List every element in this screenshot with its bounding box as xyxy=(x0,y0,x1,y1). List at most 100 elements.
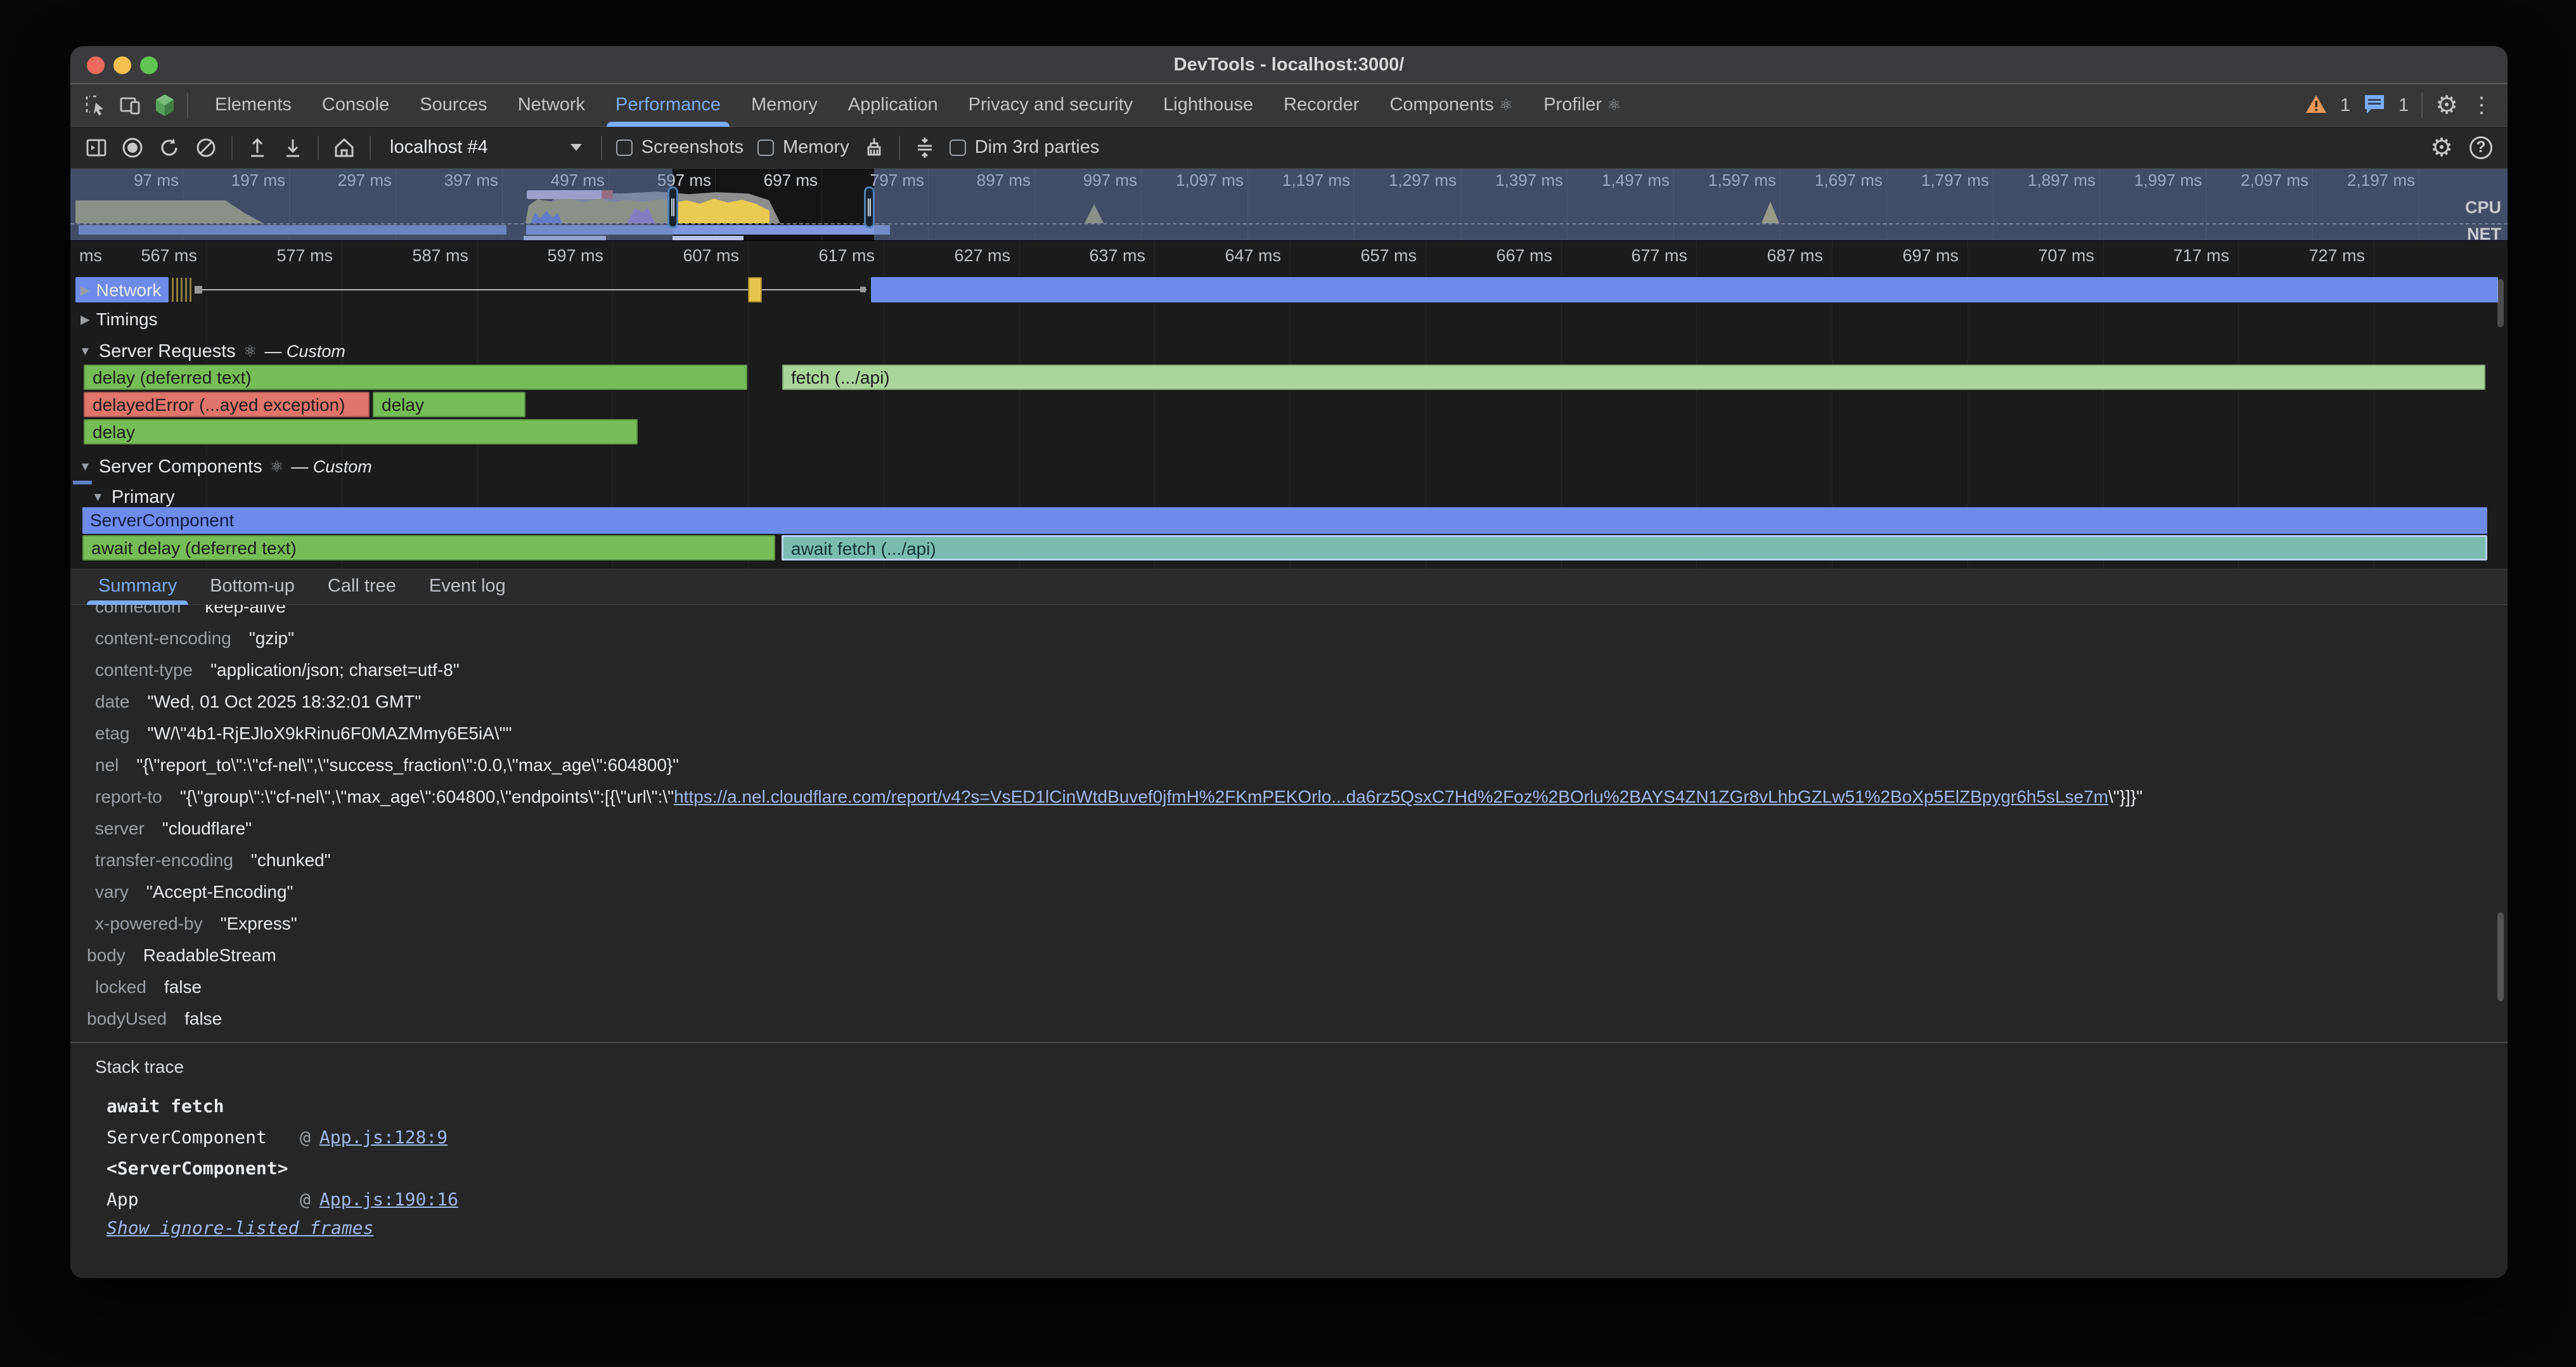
shortcuts-icon[interactable] xyxy=(914,136,936,160)
network-tick xyxy=(172,278,174,302)
track-network-label: Network xyxy=(96,280,162,301)
server-component-bar[interactable]: ServerComponent xyxy=(82,507,2487,534)
server-request-bar[interactable]: delayedError (...ayed exception) xyxy=(84,392,370,417)
show-ignore-listed-frames-link[interactable]: Show ignore-listed frames xyxy=(106,1217,373,1238)
header-value: "Express" xyxy=(221,914,297,933)
header-row-locked: lockedfalse xyxy=(95,971,2508,1003)
frame-function-name: <ServerComponent> xyxy=(106,1153,288,1184)
selection-handle-right[interactable] xyxy=(864,186,875,228)
history-dropdown[interactable]: localhost #4 xyxy=(385,137,587,158)
tab-call-tree[interactable]: Call tree xyxy=(311,569,413,605)
toggle-sidebar-icon[interactable] xyxy=(86,137,107,159)
server-component-bar[interactable]: await delay (deferred text) xyxy=(82,535,775,560)
tab-elements[interactable]: Elements xyxy=(200,84,307,127)
network-tick xyxy=(176,278,178,302)
settings-gear-icon[interactable]: ⚙ xyxy=(2435,93,2458,118)
record-icon[interactable] xyxy=(121,136,144,159)
tab-components[interactable]: Components⚛ xyxy=(1374,84,1528,127)
tab-memory[interactable]: Memory xyxy=(736,84,833,127)
checkbox-box xyxy=(950,139,966,156)
window-title: DevTools - localhost:3000/ xyxy=(70,46,2508,84)
header-value: "{\"group\":\"cf-nel\",\"max_age\":60480… xyxy=(180,787,674,807)
extension-icon[interactable] xyxy=(154,93,176,117)
header-row-server: server"cloudflare" xyxy=(95,813,2508,845)
capture-settings-gear-icon[interactable]: ⚙ xyxy=(2430,135,2453,160)
toolbar-divider xyxy=(187,93,188,118)
header-value: "keep-alive" xyxy=(198,605,292,616)
inspect-element-icon[interactable] xyxy=(84,94,107,117)
tab-profiler[interactable]: Profiler⚛ xyxy=(1528,84,1636,127)
details-scrollbar[interactable] xyxy=(2497,912,2504,1001)
clear-icon[interactable] xyxy=(195,136,217,159)
issues-icon[interactable] xyxy=(2363,93,2386,118)
flame-scrollbar[interactable] xyxy=(2497,279,2504,327)
save-profile-icon[interactable] xyxy=(282,136,304,159)
memory-checkbox[interactable]: Memory xyxy=(757,137,849,158)
screenshots-checkbox[interactable]: Screenshots xyxy=(616,137,744,158)
report-to-url-link[interactable]: https://a.nel.cloudflare.com/report/v4?s… xyxy=(674,787,2108,807)
toolbar-divider xyxy=(318,136,319,160)
cpu-label: CPU xyxy=(2465,198,2501,217)
device-toolbar-icon[interactable] xyxy=(119,94,143,117)
server-components-header[interactable]: ▼Server Components⚛— Custom xyxy=(79,457,372,477)
header-key: nel xyxy=(95,755,119,775)
header-value: "Accept-Encoding" xyxy=(146,882,293,902)
track-timings[interactable]: ▶Timings xyxy=(80,309,158,330)
network-request-bar[interactable] xyxy=(871,277,2498,302)
header-value: "{\"report_to\":\"cf-nel\",\"success_fra… xyxy=(136,755,679,775)
track-network[interactable]: ▶Network xyxy=(80,280,161,301)
issues-count: 1 xyxy=(2399,95,2409,116)
tab-event-log[interactable]: Event log xyxy=(413,569,522,605)
net-activity-bar xyxy=(673,236,744,240)
server-request-bar[interactable]: fetch (.../api) xyxy=(782,365,2485,390)
tab-bottom-up[interactable]: Bottom-up xyxy=(193,569,311,605)
header-value: "cloudflare" xyxy=(162,819,252,838)
help-icon[interactable]: ? xyxy=(2470,136,2492,159)
tab-network[interactable]: Network xyxy=(503,84,600,127)
tab-summary[interactable]: Summary xyxy=(82,569,193,605)
header-key: vary xyxy=(95,882,129,902)
collect-garbage-icon[interactable] xyxy=(863,136,885,160)
screenshots-label: Screenshots xyxy=(641,137,744,158)
header-row-body: bodyReadableStream xyxy=(87,940,2508,971)
toolbar-divider xyxy=(601,136,602,160)
stack-frame: await fetch xyxy=(106,1091,2508,1122)
server-request-bar[interactable]: delay xyxy=(373,392,525,417)
overview-tick-label: 697 ms xyxy=(712,171,818,190)
header-key: etag xyxy=(95,723,130,743)
tab-sources[interactable]: Sources xyxy=(404,84,502,127)
server-requests-header[interactable]: ▼Server Requests⚛— Custom xyxy=(79,341,345,362)
network-event-marker[interactable] xyxy=(748,277,762,302)
server-components-title: Server Components xyxy=(99,457,262,477)
header-key: date xyxy=(95,692,130,711)
details-tabstrip: SummaryBottom-upCall treeEvent log xyxy=(70,569,2508,605)
tab-lighthouse[interactable]: Lighthouse xyxy=(1148,84,1268,127)
tab-privacy-and-security[interactable]: Privacy and security xyxy=(953,84,1149,127)
track-timings-label: Timings xyxy=(96,309,158,330)
selection-handle-left[interactable] xyxy=(667,186,678,228)
header-row-date: date "Wed, 01 Oct 2025 18:32:01 GMT" xyxy=(95,686,2508,718)
checkbox-box xyxy=(757,139,774,156)
collapse-arrow-icon: ▼ xyxy=(79,460,91,474)
header-row-report-to: report-to"{\"group\":\"cf-nel\",\"max_ag… xyxy=(95,781,2508,813)
tab-recorder[interactable]: Recorder xyxy=(1268,84,1374,127)
home-icon[interactable] xyxy=(333,136,356,159)
frame-source-link[interactable]: App.js:128:9 xyxy=(319,1122,448,1153)
tab-application[interactable]: Application xyxy=(833,84,953,127)
header-value: "Wed, 01 Oct 2025 18:32:01 GMT" xyxy=(148,692,422,711)
server-component-bar-selected[interactable]: await fetch (.../api) xyxy=(782,535,2487,560)
load-profile-icon[interactable] xyxy=(247,136,268,159)
warning-icon[interactable] xyxy=(2305,94,2328,117)
timeline-overview[interactable]: 97 ms197 ms297 ms397 ms497 ms597 ms697 m… xyxy=(70,169,2508,241)
kebab-menu-icon[interactable]: ⋮ xyxy=(2471,93,2492,118)
tab-performance[interactable]: Performance xyxy=(600,84,736,127)
frame-source-link[interactable]: App.js:190:16 xyxy=(319,1184,458,1215)
dim-3rd-parties-checkbox[interactable]: Dim 3rd parties xyxy=(950,137,1100,158)
primary-group-header[interactable]: ▼Primary xyxy=(92,487,175,508)
tab-console[interactable]: Console xyxy=(307,84,404,127)
server-request-bar[interactable]: delay (deferred text) xyxy=(84,365,747,390)
ruler-tick-label: ms xyxy=(79,246,102,266)
record-and-reload-icon[interactable] xyxy=(158,136,181,159)
server-request-bar[interactable]: delay xyxy=(84,419,638,444)
ruler-tick-label: 697 ms xyxy=(1864,246,1959,266)
